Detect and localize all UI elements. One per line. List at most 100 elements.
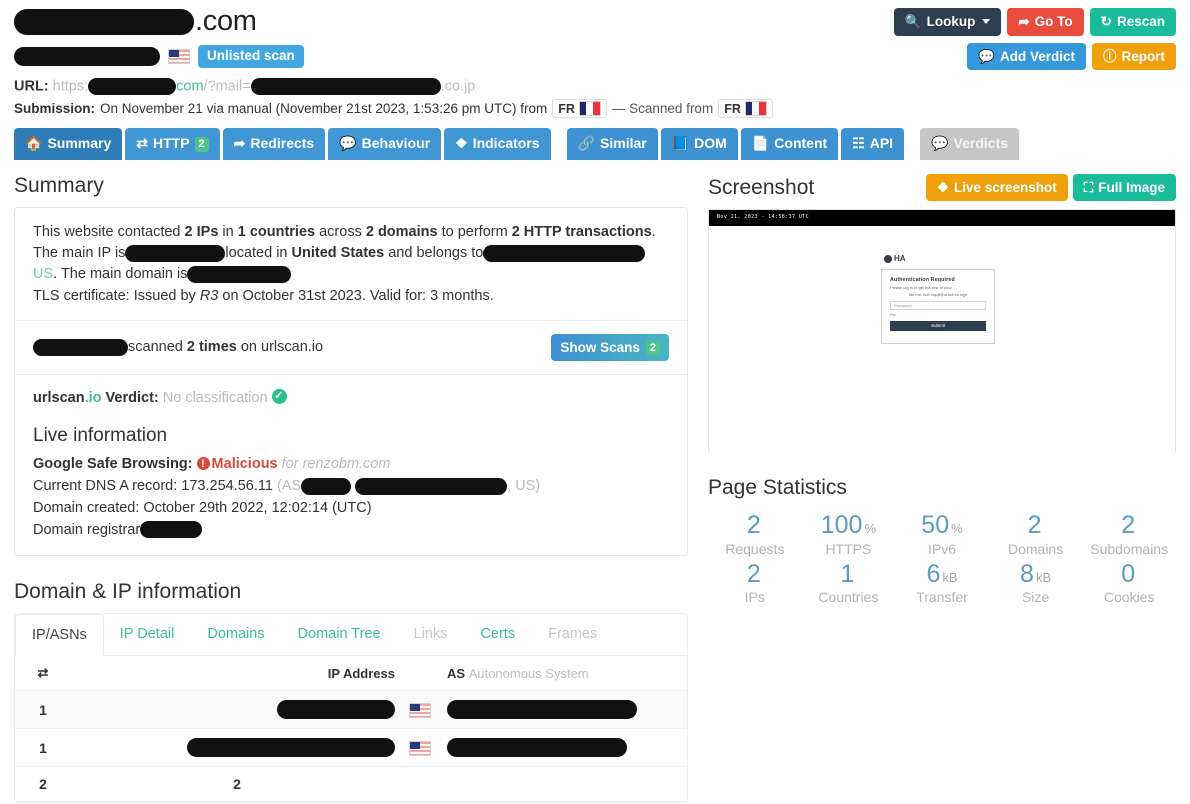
scanned-country-pill: FR: [718, 99, 773, 119]
live-screenshot-button[interactable]: ❖ Live screenshot: [925, 173, 1068, 202]
report-button[interactable]: ⓘ Report: [1092, 42, 1176, 70]
stat-value: 2: [1082, 510, 1176, 541]
summary-text: This website contacted: [33, 223, 185, 240]
tab-summary[interactable]: 🏠 Summary: [14, 128, 123, 160]
total-count: 2: [15, 766, 71, 803]
comment-icon: 💬: [931, 135, 949, 152]
subtab-domain-tree-label: Domain Tree: [297, 626, 381, 643]
add-verdict-button-label: Add Verdict: [999, 48, 1075, 64]
url-tail: .co.jp: [440, 78, 476, 95]
row-as: [439, 690, 687, 730]
tab-indicators[interactable]: ❖ Indicators: [444, 128, 551, 160]
subtab-domains[interactable]: Domains: [191, 614, 281, 655]
header-action-row-1: 🔍 Lookup ➦ Go To ↻ Rescan: [893, 8, 1176, 36]
subtab-frames-label: Frames: [548, 626, 598, 643]
redaction-bar: [301, 477, 352, 495]
stat-ips: 2 IPs: [708, 559, 802, 605]
table-row[interactable]: 1: [15, 728, 687, 768]
tab-http[interactable]: ⇄ HTTP 2: [125, 128, 220, 160]
full-image-button[interactable]: ⛶ Full Image: [1072, 173, 1176, 202]
row-as: [439, 728, 687, 768]
domain-registrar-label: Domain registrar: [33, 521, 141, 538]
tab-dom[interactable]: 📘 DOM: [660, 128, 738, 160]
row-count: 1: [15, 728, 71, 768]
alert-icon: [196, 456, 210, 472]
tab-verdicts[interactable]: 💬 Verdicts: [920, 128, 1019, 160]
redaction-bar: [14, 9, 194, 36]
stat-value: 8 kB: [989, 559, 1083, 590]
subtab-ip-detail-label: IP Detail: [119, 626, 175, 643]
screenshot-preview[interactable]: Nov 21, 2023 - 14:58:37 UTC HA Authentic…: [708, 209, 1176, 453]
tab-behaviour-label: Behaviour: [361, 135, 431, 152]
summary-sentence-3: US. The main domain is: [33, 264, 669, 285]
go-to-button[interactable]: ➦ Go To: [1007, 8, 1084, 36]
screenshot-heading: Screenshot: [708, 175, 815, 199]
subtab-ip-detail[interactable]: IP Detail: [104, 614, 192, 655]
stat-number: 2: [1027, 511, 1042, 540]
stat-https: 100% HTTPS: [802, 510, 896, 556]
tab-similar[interactable]: 🔗 Similar: [566, 128, 658, 160]
screenshot-site-logo: HA: [884, 254, 906, 263]
auth-dialog-submit-button: Submit: [890, 320, 986, 331]
subtab-certs[interactable]: Certs: [464, 614, 532, 655]
submission-line: Submission: On November 21 via manual (N…: [14, 99, 1190, 119]
as-column-sublabel: Autonomous System: [468, 665, 589, 681]
tab-content[interactable]: 📄 Content: [740, 128, 839, 160]
lookup-button[interactable]: 🔍 Lookup: [893, 8, 1002, 36]
row-country-flag: [401, 690, 439, 730]
stat-value: 2: [708, 510, 802, 541]
tab-redirects[interactable]: ➦ Redirects: [222, 128, 326, 160]
submission-label: Submission:: [14, 101, 96, 117]
gsb-label: Google Safe Browsing:: [33, 456, 193, 473]
summary-text: in: [218, 223, 238, 240]
stat-number: 0: [1121, 559, 1136, 588]
subtab-domains-label: Domains: [207, 626, 265, 643]
sort-column-header[interactable]: ⇄: [15, 656, 71, 692]
scan-count-text: scanned 2 times on urlscan.io: [33, 337, 323, 358]
subtab-domain-tree[interactable]: Domain Tree: [282, 614, 398, 655]
summary-text: TLS certificate: Issued by: [33, 287, 200, 304]
submission-country-pill: FR: [552, 99, 607, 119]
tab-content-label: Content: [774, 135, 828, 152]
row-ip-address: [71, 728, 401, 768]
redaction-bar: [250, 78, 441, 96]
subtab-frames[interactable]: Frames: [532, 614, 614, 655]
ip-address-column-header[interactable]: IP Address: [71, 656, 401, 692]
tab-dom-label: DOM: [694, 135, 727, 152]
subtab-ip-asns[interactable]: IP/ASNs: [15, 614, 104, 657]
stat-number: 2: [746, 511, 761, 540]
page-header: 🔍 Lookup ➦ Go To ↻ Rescan 💬 Add Verdict …: [0, 0, 1190, 119]
stat-value: 100%: [802, 510, 896, 541]
main-tab-bar: 🏠 Summary ⇄ HTTP 2 ➦ Redirects 💬 Behavio…: [0, 128, 1190, 160]
tab-behaviour[interactable]: 💬 Behaviour: [328, 128, 442, 160]
url-domain: com: [176, 78, 204, 95]
as-column-header[interactable]: AS Autonomous System: [439, 656, 687, 692]
search-icon: 🔍: [904, 14, 922, 29]
stat-label: Size: [1021, 588, 1050, 605]
show-scans-label: Show Scans: [560, 340, 640, 356]
add-verdict-button[interactable]: 💬 Add Verdict: [967, 42, 1086, 70]
info-icon: ⓘ: [1103, 48, 1117, 64]
page-statistics-heading: Page Statistics: [708, 476, 847, 500]
rescan-button[interactable]: ↻ Rescan: [1089, 8, 1176, 36]
auth-dialog-text-1: Please log in to get the rest of your …: [890, 285, 957, 291]
domain-created-row: Domain created: October 29th 2022, 12:02…: [33, 498, 669, 520]
summary-text: to perform: [437, 223, 512, 240]
stat-value: 2: [989, 510, 1083, 541]
stat-ipv6: 50% IPv6: [895, 510, 989, 556]
tab-api[interactable]: ☷ API: [841, 128, 905, 160]
table-row[interactable]: 1: [15, 690, 687, 730]
total-flag-cell: [401, 766, 439, 803]
submission-country-code: FR: [558, 101, 575, 116]
summary-tls-line: TLS certificate: Issued by R3 on October…: [33, 286, 669, 307]
stat-transfer: 6 kB Transfer: [895, 559, 989, 605]
auth-dialog-password-input: Password: [890, 300, 986, 310]
show-scans-button[interactable]: Show Scans 2: [551, 334, 669, 362]
go-to-button-label: Go To: [1034, 14, 1073, 29]
scanned-country-code: FR: [724, 101, 741, 116]
stat-size: 8 kB Size: [989, 559, 1083, 605]
dns-label: Current DNS A record:: [33, 478, 178, 495]
tab-redirects-label: Redirects: [250, 135, 315, 152]
subtab-links[interactable]: Links: [398, 614, 465, 655]
